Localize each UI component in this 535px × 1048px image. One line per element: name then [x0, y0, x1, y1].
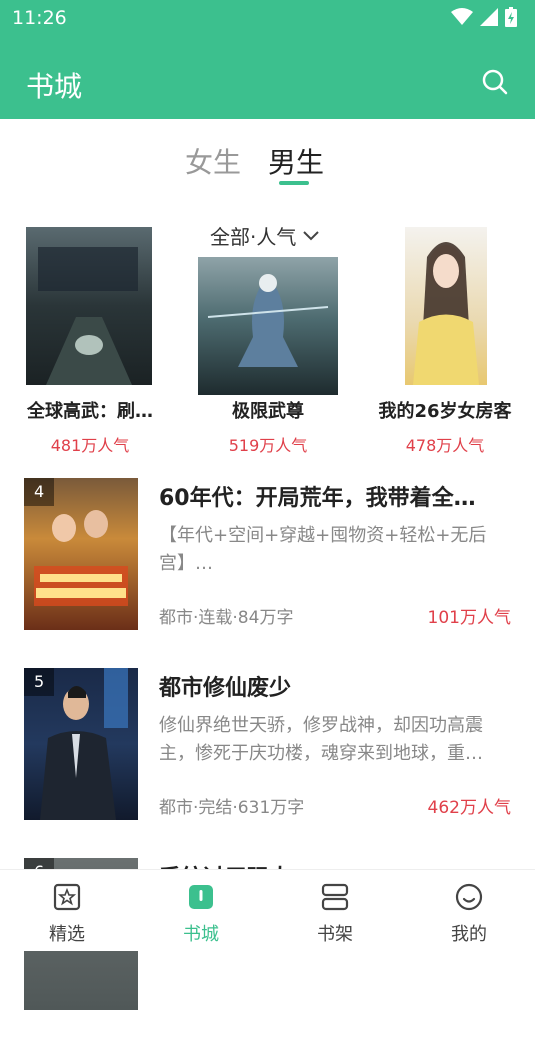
book-description: 修仙界绝世天骄，修罗战神，却因功高震主，惨死于庆功楼，魂穿来到地球，重… [159, 715, 483, 764]
search-button[interactable] [481, 68, 509, 96]
status-time: 11:26 [12, 7, 67, 29]
book-meta: 都市·连载·84万字 [159, 608, 294, 628]
book-cover: 4 [24, 478, 138, 630]
sort-filter-label: 全部·人气 [210, 225, 297, 249]
top-book-popularity: 519万人气 [228, 436, 308, 455]
top-book-popularity: 478万人气 [405, 436, 485, 455]
book-cover [405, 227, 487, 385]
book-cover: 5 [24, 668, 138, 820]
search-icon [482, 69, 508, 95]
nav-item-bookstore[interactable]: 书城 [134, 870, 268, 952]
status-bar: 11:26 [0, 0, 535, 38]
nav-item-bookshelf[interactable]: 书架 [268, 870, 402, 952]
rank-badge: 4 [24, 478, 54, 506]
book-title: 都市修仙废少 [159, 676, 292, 701]
page-title: 书城 [26, 70, 83, 103]
signal-icon [480, 8, 498, 26]
nav-item-mine[interactable]: 我的 [402, 870, 535, 952]
bottom-nav: 精选 书城 书架 我的 [0, 869, 535, 951]
battery-icon [505, 7, 517, 27]
rank-badge: 5 [24, 668, 54, 696]
book-description: 【年代+空间+穿越+囤物资+轻松+无后宫】… [159, 525, 487, 574]
shelf-icon [321, 883, 349, 911]
nav-label: 书城 [183, 924, 219, 945]
nav-label: 精选 [49, 924, 85, 945]
top-three-books: 全部·人气 全球高武：刷… 481万人气 极限武尊 519万人气 我的26岁女房… [0, 215, 535, 465]
nav-item-featured[interactable]: 精选 [0, 870, 134, 952]
nav-label: 我的 [451, 924, 487, 945]
wifi-icon [451, 8, 473, 25]
book-title: 60年代：开局荒年，我带着全… [159, 486, 476, 511]
top-book-popularity: 481万人气 [50, 436, 130, 455]
book-meta: 都市·完结·631万字 [159, 798, 305, 818]
status-icons [451, 7, 517, 27]
book-cover [26, 227, 152, 385]
app-bar: 书城 [0, 38, 535, 119]
smile-icon [455, 883, 483, 911]
gender-tabs: 女生 男生 [0, 119, 535, 199]
book-cover [198, 257, 338, 395]
book-popularity: 101万人气 [427, 608, 511, 628]
top-book-title: 我的26岁女房客 [378, 401, 512, 422]
book-popularity: 462万人气 [427, 798, 511, 818]
chevron-down-icon [303, 230, 320, 240]
list-item[interactable]: 4 60年代：开局荒年，我带着全… 【年代+空间+穿越+囤物资+轻松+无后宫】…… [0, 478, 535, 668]
sort-filter[interactable]: 全部·人气 [210, 221, 320, 250]
top-book-title: 极限武尊 [232, 401, 304, 422]
star-book-icon [53, 883, 81, 911]
nav-label: 书架 [317, 924, 353, 945]
tab-indicator [279, 181, 309, 185]
list-item[interactable]: 5 都市修仙废少 修仙界绝世天骄，修罗战神，却因功高震主，惨死于庆功楼，魂穿来到… [0, 668, 535, 858]
tab-female[interactable]: 女生 [185, 141, 241, 181]
book-icon [189, 885, 213, 909]
tab-male[interactable]: 男生 [268, 141, 324, 181]
top-book-title: 全球高武：刷… [27, 401, 153, 422]
